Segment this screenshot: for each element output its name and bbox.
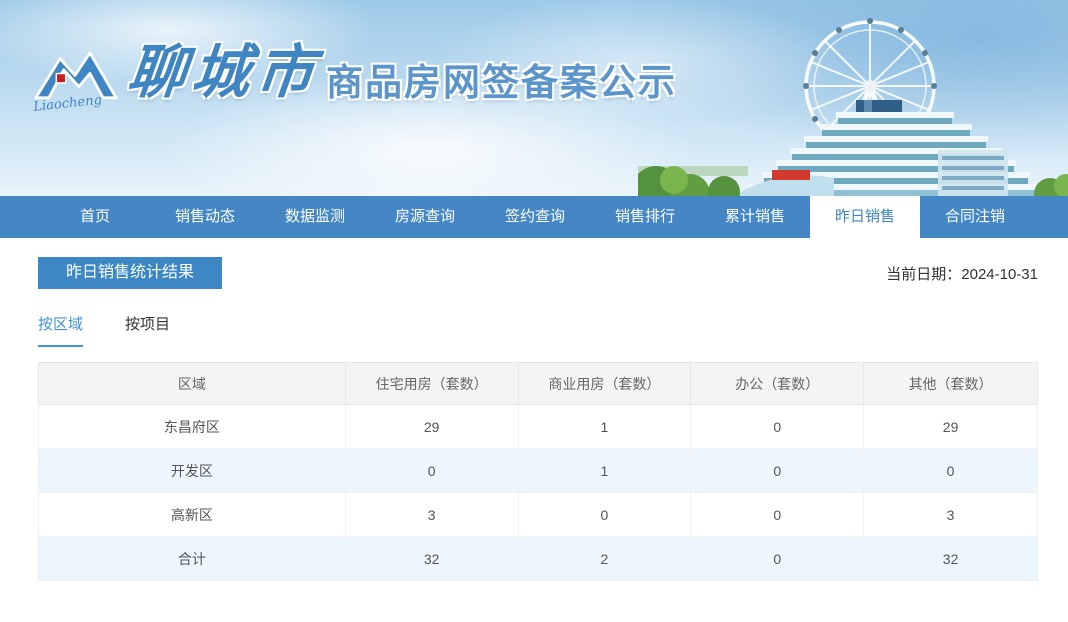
header-scenery-illustration: [638, 0, 1068, 196]
brand-subtitle: 商品房网签备案公示: [326, 60, 677, 106]
cell-value: 29: [345, 405, 518, 449]
section-title-badge: 昨日销售统计结果: [38, 257, 222, 289]
col-header-office: 办公（套数）: [691, 363, 864, 405]
cell-region: 合计: [39, 537, 346, 581]
col-header-other: 其他（套数）: [864, 363, 1038, 405]
col-header-commercial: 商业用房（套数）: [518, 363, 691, 405]
cell-value: 0: [345, 449, 518, 493]
nav-item-yesterday-sales[interactable]: 昨日销售: [810, 196, 920, 238]
cell-value: 0: [691, 537, 864, 581]
cell-value: 0: [691, 493, 864, 537]
current-date-label: 当前日期：2024-10-31: [886, 263, 1038, 284]
tab-by-region[interactable]: 按区域: [38, 313, 83, 347]
nav-item-data-monitoring[interactable]: 数据监测: [260, 196, 370, 238]
nav-item-sales-dynamics[interactable]: 销售动态: [150, 196, 260, 238]
cell-value: 0: [864, 449, 1038, 493]
main-nav: 首页 销售动态 数据监测 房源查询 签约查询 销售排行 累计销售 昨日销售 合同…: [0, 196, 1068, 238]
cell-value: 1: [518, 405, 691, 449]
table-row-total: 合计 32 2 0 32: [39, 537, 1038, 581]
cell-value: 1: [518, 449, 691, 493]
nav-item-home[interactable]: 首页: [40, 196, 150, 238]
logo-red-square: [56, 74, 65, 83]
cell-value: 0: [691, 405, 864, 449]
table-row: 开发区 0 1 0 0: [39, 449, 1038, 493]
sales-stats-table: 区域 住宅用房（套数） 商业用房（套数） 办公（套数） 其他（套数） 东昌府区 …: [38, 362, 1038, 581]
title-row: 昨日销售统计结果 当前日期：2024-10-31: [38, 257, 1038, 289]
table-row: 高新区 3 0 0 3: [39, 493, 1038, 537]
cell-value: 0: [691, 449, 864, 493]
cell-value: 32: [864, 537, 1038, 581]
cell-region: 东昌府区: [39, 405, 346, 449]
brand-city-title: 聊城市: [124, 36, 324, 108]
cell-value: 0: [518, 493, 691, 537]
nav-item-total-sales[interactable]: 累计销售: [700, 196, 810, 238]
nav-item-housing-query[interactable]: 房源查询: [370, 196, 480, 238]
view-tabs: 按区域 按项目: [38, 313, 1038, 347]
cell-value: 29: [864, 405, 1038, 449]
brand: Liaocheng 聊城市 商品房网签备案公示: [32, 36, 677, 120]
nav-item-sales-ranking[interactable]: 销售排行: [590, 196, 700, 238]
cell-value: 2: [518, 537, 691, 581]
table-header-row: 区域 住宅用房（套数） 商业用房（套数） 办公（套数） 其他（套数）: [39, 363, 1038, 405]
tab-by-project[interactable]: 按项目: [125, 313, 170, 347]
building-illustration: [734, 100, 1044, 196]
cell-value: 32: [345, 537, 518, 581]
page: Liaocheng 聊城市 商品房网签备案公示 首页 销售动态 数据监测 房源查…: [0, 0, 1068, 622]
nav-item-contract-query[interactable]: 签约查询: [480, 196, 590, 238]
col-header-region: 区域: [39, 363, 346, 405]
table-row: 东昌府区 29 1 0 29: [39, 405, 1038, 449]
col-header-residential: 住宅用房（套数）: [345, 363, 518, 405]
cell-region: 高新区: [39, 493, 346, 537]
building-sign: [772, 170, 810, 180]
cell-region: 开发区: [39, 449, 346, 493]
site-header: Liaocheng 聊城市 商品房网签备案公示: [0, 0, 1068, 196]
cell-value: 3: [345, 493, 518, 537]
liaocheng-logo-icon: Liaocheng: [32, 42, 118, 120]
main-content: 昨日销售统计结果 当前日期：2024-10-31 按区域 按项目 区域 住宅用房…: [38, 257, 1038, 581]
cell-value: 3: [864, 493, 1038, 537]
nav-item-contract-cancel[interactable]: 合同注销: [920, 196, 1030, 238]
